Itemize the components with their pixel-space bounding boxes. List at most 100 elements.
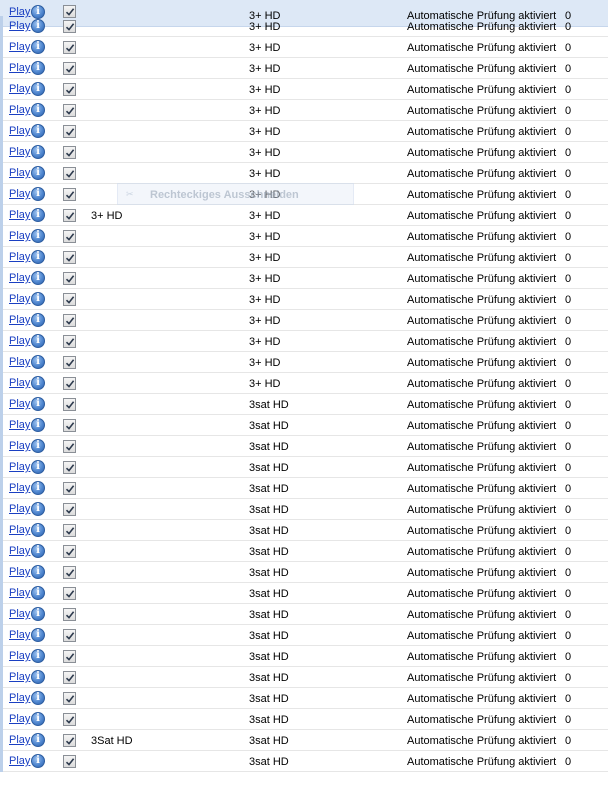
enabled-checkbox[interactable] <box>63 587 76 600</box>
table-row[interactable]: Playi 3+ HD Automatische Prüfung aktiviert… <box>0 373 608 394</box>
enabled-checkbox[interactable] <box>63 566 76 579</box>
table-row[interactable]: Playi 3+ HD Automatische Prüfung aktiviert… <box>0 268 608 289</box>
info-icon[interactable]: i <box>31 271 45 285</box>
table-row[interactable]: Playi 3+ HD Automatische Prüfung aktiviert… <box>0 121 608 142</box>
table-row[interactable]: Play i 3sat HD Automatische Prüfung aktivie… <box>0 688 608 709</box>
table-row[interactable]: Playi 3+ HD Automatische Prüfung aktiviert… <box>0 16 608 37</box>
table-row[interactable]: Play i 3sat HD Automatische Prüfung aktivie… <box>0 457 608 478</box>
enabled-checkbox[interactable] <box>63 440 76 453</box>
play-link[interactable]: Play <box>9 712 30 726</box>
info-icon[interactable]: i <box>31 187 45 201</box>
table-row[interactable]: Play i 3sat HD Automatische Prüfung aktivie… <box>0 436 608 457</box>
play-link[interactable]: Play <box>9 313 30 327</box>
info-icon[interactable]: i <box>31 376 45 390</box>
play-link[interactable]: Play <box>9 649 30 663</box>
table-row[interactable]: Play i 3sat HD Automatische Prüfung aktivie… <box>0 667 608 688</box>
table-row[interactable]: Play i 3+ HD 3+ HD Automatische Prüfung akti… <box>0 205 608 226</box>
play-link[interactable]: Play <box>9 523 30 537</box>
play-link[interactable]: Play <box>9 124 30 138</box>
table-row[interactable]: Play i 3sat HD Automatische Prüfung aktivie… <box>0 499 608 520</box>
enabled-checkbox[interactable] <box>63 503 76 516</box>
table-row[interactable]: Play i 3sat HD Automatische Prüfung aktivie… <box>0 541 608 562</box>
table-row[interactable]: Play i 3sat HD Automatische Prüfung aktivie… <box>0 520 608 541</box>
play-link[interactable]: Play <box>9 355 30 369</box>
table-row[interactable]: Playi 3+ HD Automatische Prüfung aktiviert… <box>0 58 608 79</box>
info-icon[interactable]: i <box>31 502 45 516</box>
enabled-checkbox[interactable] <box>63 188 76 201</box>
play-link[interactable]: Play <box>9 502 30 516</box>
table-row[interactable]: Play i 3sat HD Automatische Prüfung aktivie… <box>0 583 608 604</box>
enabled-checkbox[interactable] <box>63 482 76 495</box>
play-link[interactable]: Play <box>9 628 30 642</box>
table-row[interactable]: Playi 3+ HD Automatische Prüfung aktiviert… <box>0 226 608 247</box>
info-icon[interactable]: i <box>31 250 45 264</box>
table-row[interactable]: Playi 3+ HD Automatische Prüfung aktiviert… <box>0 289 608 310</box>
enabled-checkbox[interactable] <box>63 545 76 558</box>
play-link[interactable]: Play <box>9 754 30 768</box>
play-link[interactable]: Play <box>9 460 30 474</box>
enabled-checkbox[interactable] <box>63 713 76 726</box>
enabled-checkbox[interactable] <box>63 461 76 474</box>
info-icon[interactable]: i <box>31 166 45 180</box>
table-row[interactable]: Play i 3sat HD Automatische Prüfung aktivie… <box>0 604 608 625</box>
enabled-checkbox[interactable] <box>63 272 76 285</box>
enabled-checkbox[interactable] <box>63 608 76 621</box>
enabled-checkbox[interactable] <box>63 167 76 180</box>
table-row[interactable]: Play i 3sat HD Automatische Prüfung aktivie… <box>0 646 608 667</box>
info-icon[interactable]: i <box>31 586 45 600</box>
info-icon[interactable]: i <box>31 208 45 222</box>
info-icon[interactable]: i <box>31 754 45 768</box>
table-row[interactable]: Play i 3sat HD Automatische Prüfung aktivie… <box>0 625 608 646</box>
enabled-checkbox[interactable] <box>63 314 76 327</box>
info-icon[interactable]: i <box>31 103 45 117</box>
enabled-checkbox[interactable] <box>63 650 76 663</box>
info-icon[interactable]: i <box>31 124 45 138</box>
table-row[interactable]: Play i 3sat HD Automatische Prüfung aktivie… <box>0 751 608 772</box>
info-icon[interactable]: i <box>31 544 45 558</box>
play-link[interactable]: Play <box>9 733 30 747</box>
enabled-checkbox[interactable] <box>63 524 76 537</box>
table-row[interactable]: Playi 3+ HD Automatische Prüfung aktiviert… <box>0 79 608 100</box>
info-icon[interactable]: i <box>31 61 45 75</box>
enabled-checkbox[interactable] <box>63 419 76 432</box>
table-row[interactable]: Playi 3+ HD Automatische Prüfung aktiviert… <box>0 37 608 58</box>
table-row[interactable]: Play i 3sat HD Automatische Prüfung aktivie… <box>0 709 608 730</box>
enabled-checkbox[interactable] <box>63 20 76 33</box>
play-link[interactable]: Play <box>9 481 30 495</box>
play-link[interactable]: Play <box>9 40 30 54</box>
info-icon[interactable]: i <box>31 334 45 348</box>
info-icon[interactable]: i <box>31 229 45 243</box>
info-icon[interactable]: i <box>31 649 45 663</box>
info-icon[interactable]: i <box>31 397 45 411</box>
table-row[interactable]: Playi 3+ HD Automatische Prüfung aktiviert… <box>0 331 608 352</box>
enabled-checkbox[interactable] <box>63 692 76 705</box>
info-icon[interactable]: i <box>31 313 45 327</box>
enabled-checkbox[interactable] <box>63 755 76 768</box>
play-link[interactable]: Play <box>9 229 30 243</box>
info-icon[interactable]: i <box>31 40 45 54</box>
info-icon[interactable]: i <box>31 145 45 159</box>
table-row[interactable]: Playi 3+ HD Automatische Prüfung aktiviert… <box>0 142 608 163</box>
play-link[interactable]: Play <box>9 439 30 453</box>
enabled-checkbox[interactable] <box>63 734 76 747</box>
info-icon[interactable]: i <box>31 460 45 474</box>
info-icon[interactable]: i <box>31 82 45 96</box>
info-icon[interactable]: i <box>31 523 45 537</box>
enabled-checkbox[interactable] <box>63 125 76 138</box>
play-link[interactable]: Play <box>9 19 30 33</box>
enabled-checkbox[interactable] <box>63 293 76 306</box>
table-row[interactable]: Play i 3sat HD Automatische Prüfung aktivie… <box>0 562 608 583</box>
play-link[interactable]: Play <box>9 544 30 558</box>
info-icon[interactable]: i <box>31 355 45 369</box>
play-link[interactable]: Play <box>9 586 30 600</box>
info-icon[interactable]: i <box>31 565 45 579</box>
play-link[interactable]: Play <box>9 670 30 684</box>
enabled-checkbox[interactable] <box>63 671 76 684</box>
info-icon[interactable]: i <box>31 439 45 453</box>
play-link[interactable]: Play <box>9 145 30 159</box>
enabled-checkbox[interactable] <box>63 104 76 117</box>
info-icon[interactable]: i <box>31 733 45 747</box>
table-row[interactable]: Play i 3Sat HD 3sat HD Automatische Prüfung … <box>0 730 608 751</box>
play-link[interactable]: Play <box>9 565 30 579</box>
info-icon[interactable]: i <box>31 607 45 621</box>
